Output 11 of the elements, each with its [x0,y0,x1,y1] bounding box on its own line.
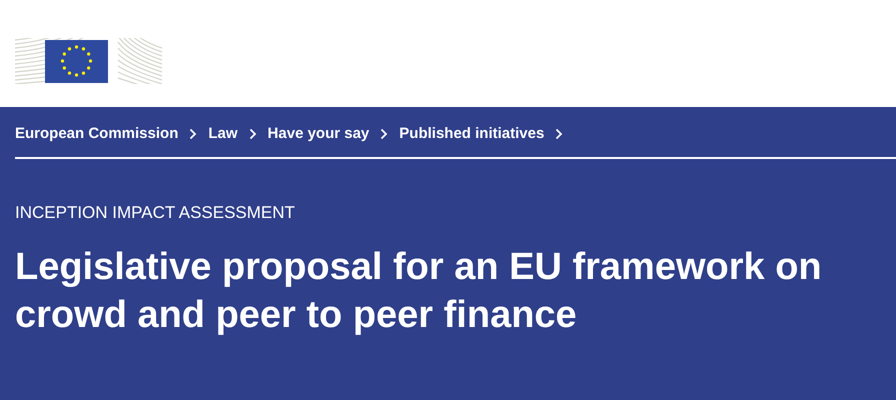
breadcrumb-link[interactable]: Law [208,122,238,146]
breadcrumb-link[interactable]: Published initiatives [399,122,544,146]
page-title: Legislative proposal for an EU framework on crowd and peer to peer finance [15,245,823,338]
breadcrumb-link[interactable]: European Commission [15,122,178,146]
page-kicker: INCEPTION IMPACT ASSESSMENT [15,203,296,223]
chevron-right-icon [248,128,257,140]
chevron-right-icon [380,128,388,140]
chevron-right-icon [189,128,198,140]
chevron-right-icon [555,128,564,140]
breadcrumb-link[interactable]: Have your say [268,122,370,146]
commission-logo-icon [14,38,164,84]
